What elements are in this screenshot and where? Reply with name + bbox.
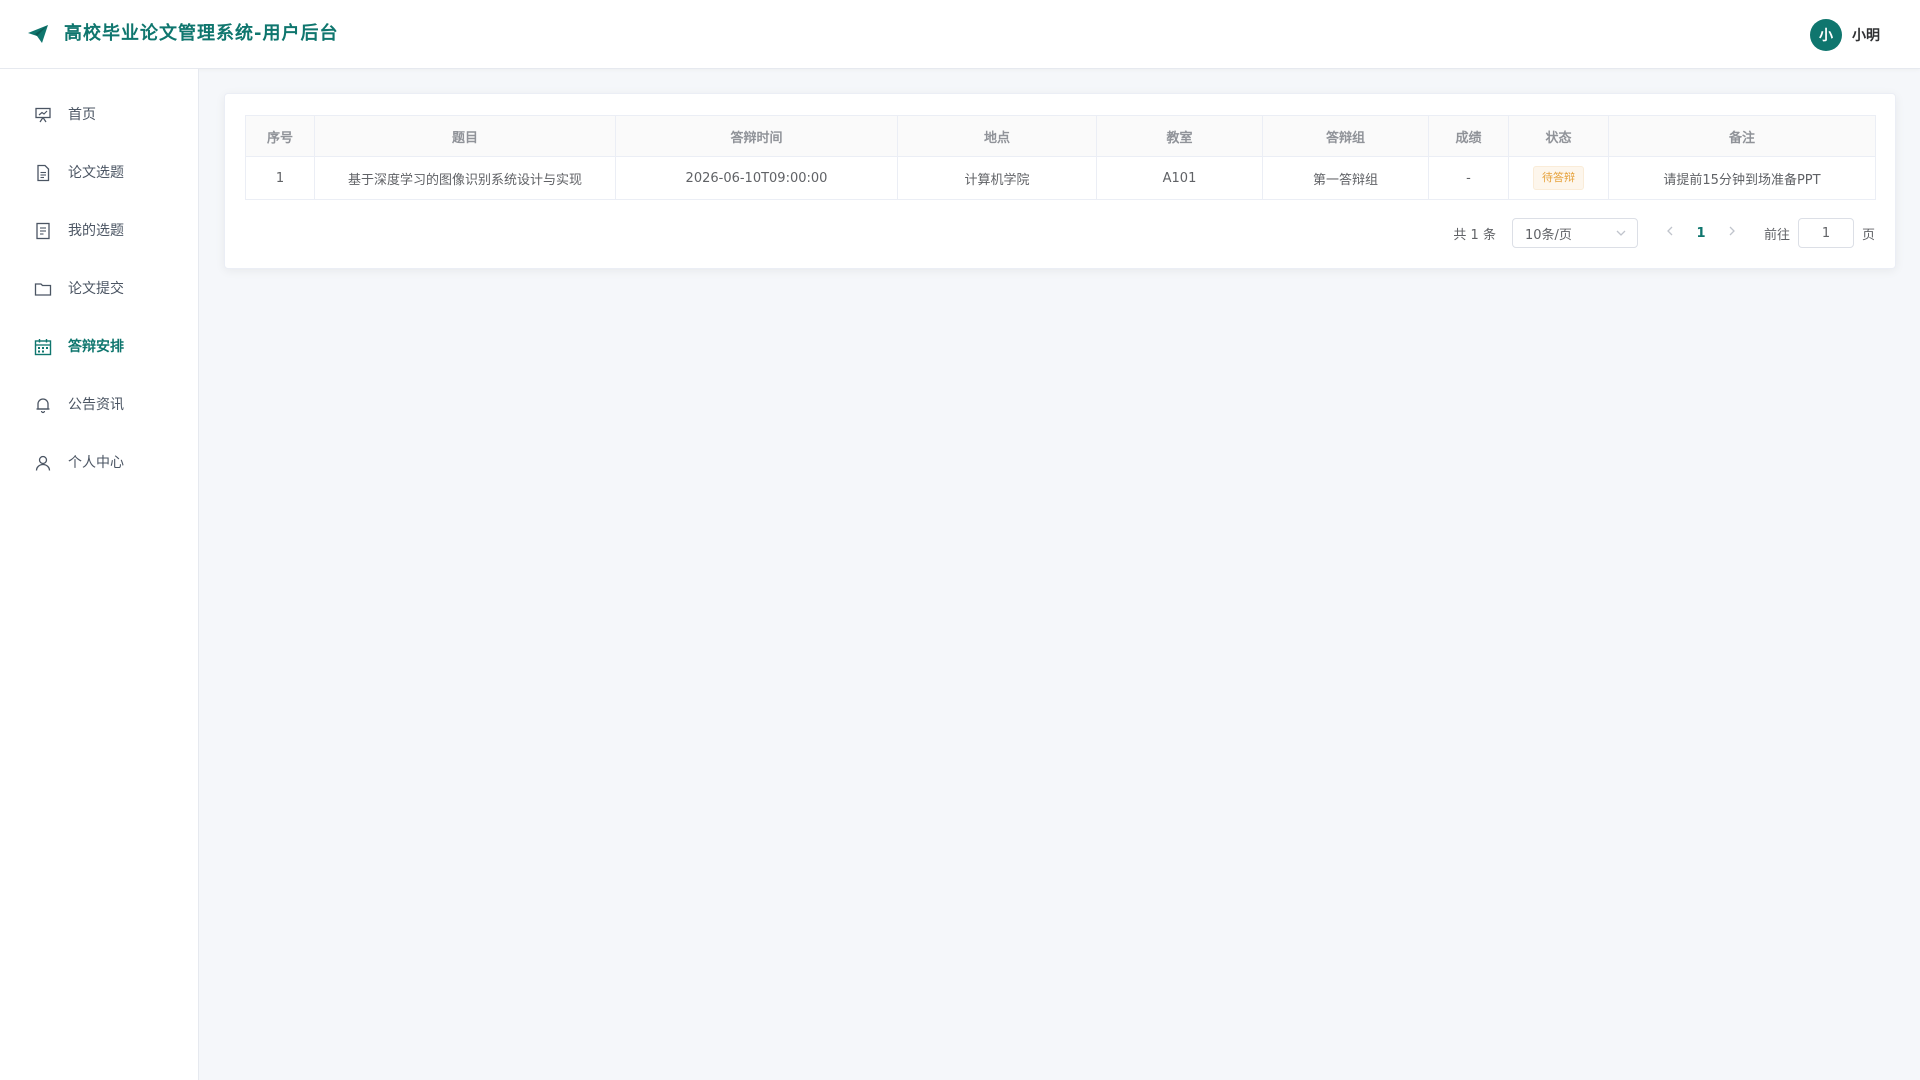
page-number-current[interactable]: 1 <box>1684 226 1718 241</box>
sidebar-item-label: 首页 <box>68 107 96 123</box>
sidebar-item-label: 论文选题 <box>68 165 124 181</box>
chevron-down-icon <box>1616 230 1626 236</box>
cell-time: 2026-06-10T09:00:00 <box>615 156 898 200</box>
sidebar-item-defense-schedule[interactable]: 答辩安排 <box>0 322 198 372</box>
table-row[interactable]: 1 基于深度学习的图像识别系统设计与实现 2026-06-10T09:00:00… <box>245 156 1876 200</box>
column-header-time: 答辩时间 <box>615 115 898 157</box>
table-header-row: 序号 题目 答辩时间 地点 教室 答辩组 成绩 状态 备注 <box>245 115 1876 157</box>
sidebar: 首页 论文选题 我的选题 论文提交 答辩安排 公告资讯 个人中心 <box>0 69 199 1080</box>
sidebar-item-paper-submit[interactable]: 论文提交 <box>0 264 198 314</box>
column-header-title: 题目 <box>314 115 616 157</box>
sidebar-item-label: 我的选题 <box>68 223 124 239</box>
user-icon <box>35 455 51 471</box>
sidebar-item-my-topic[interactable]: 我的选题 <box>0 206 198 256</box>
document-icon <box>37 164 50 182</box>
column-header-index: 序号 <box>245 115 315 157</box>
cell-remark: 请提前15分钟到场准备PPT <box>1608 156 1876 200</box>
cell-score: - <box>1428 156 1509 200</box>
chevron-left-icon <box>1667 226 1673 236</box>
column-header-location: 地点 <box>897 115 1097 157</box>
status-badge: 待答辩 <box>1533 166 1584 190</box>
sidebar-item-topic-selection[interactable]: 论文选题 <box>0 148 198 198</box>
chevron-right-icon <box>1729 226 1735 236</box>
calendar-icon <box>34 339 52 356</box>
folder-icon <box>34 283 52 296</box>
cell-room: A101 <box>1096 156 1263 200</box>
column-header-remark: 备注 <box>1608 115 1876 157</box>
paper-plane-icon <box>28 25 48 43</box>
page-size-select[interactable]: 10条/页 <box>1511 218 1638 248</box>
cell-group: 第一答辩组 <box>1262 156 1429 200</box>
bell-icon <box>36 398 50 414</box>
sidebar-item-profile[interactable]: 个人中心 <box>0 438 198 488</box>
page-unit-label: 页 <box>1861 227 1875 243</box>
defense-schedule-card: 序号 题目 答辩时间 地点 教室 答辩组 成绩 状态 备注 1 基于深度学习的图… <box>224 93 1896 269</box>
defense-table: 序号 题目 答辩时间 地点 教室 答辩组 成绩 状态 备注 1 基于深度学习的图… <box>245 115 1876 200</box>
prev-page-button[interactable] <box>1656 225 1684 241</box>
sidebar-item-label: 论文提交 <box>68 281 124 297</box>
presentation-icon <box>35 107 51 123</box>
column-header-score: 成绩 <box>1428 115 1509 157</box>
tickets-icon <box>36 222 50 240</box>
column-header-room: 教室 <box>1096 115 1263 157</box>
sidebar-item-label: 公告资讯 <box>68 397 124 413</box>
cell-status: 待答辩 <box>1508 156 1609 200</box>
avatar[interactable]: 小 <box>1810 19 1842 51</box>
user-menu[interactable]: 小 小明 <box>1810 18 1880 52</box>
sidebar-item-announcements[interactable]: 公告资讯 <box>0 380 198 430</box>
goto-page-input[interactable] <box>1797 218 1854 248</box>
top-header: 高校毕业论文管理系统-用户后台 小 小明 <box>0 0 1920 69</box>
page-size-value: 10条/页 <box>1524 227 1572 243</box>
pagination-total: 共 1 条 <box>1453 227 1496 243</box>
user-name[interactable]: 小明 <box>1852 25 1880 45</box>
app-title: 高校毕业论文管理系统-用户后台 <box>64 23 339 44</box>
sidebar-item-home[interactable]: 首页 <box>0 90 198 140</box>
sidebar-item-label: 答辩安排 <box>68 339 124 355</box>
column-header-status: 状态 <box>1508 115 1609 157</box>
sidebar-item-label: 个人中心 <box>68 455 124 471</box>
column-header-group: 答辩组 <box>1262 115 1429 157</box>
cell-index: 1 <box>245 156 315 200</box>
cell-location: 计算机学院 <box>897 156 1097 200</box>
next-page-button[interactable] <box>1718 225 1746 241</box>
cell-title: 基于深度学习的图像识别系统设计与实现 <box>314 156 616 200</box>
pagination: 共 1 条 10条/页 1 前往 页 <box>1453 217 1875 249</box>
goto-label: 前往 <box>1763 227 1790 243</box>
